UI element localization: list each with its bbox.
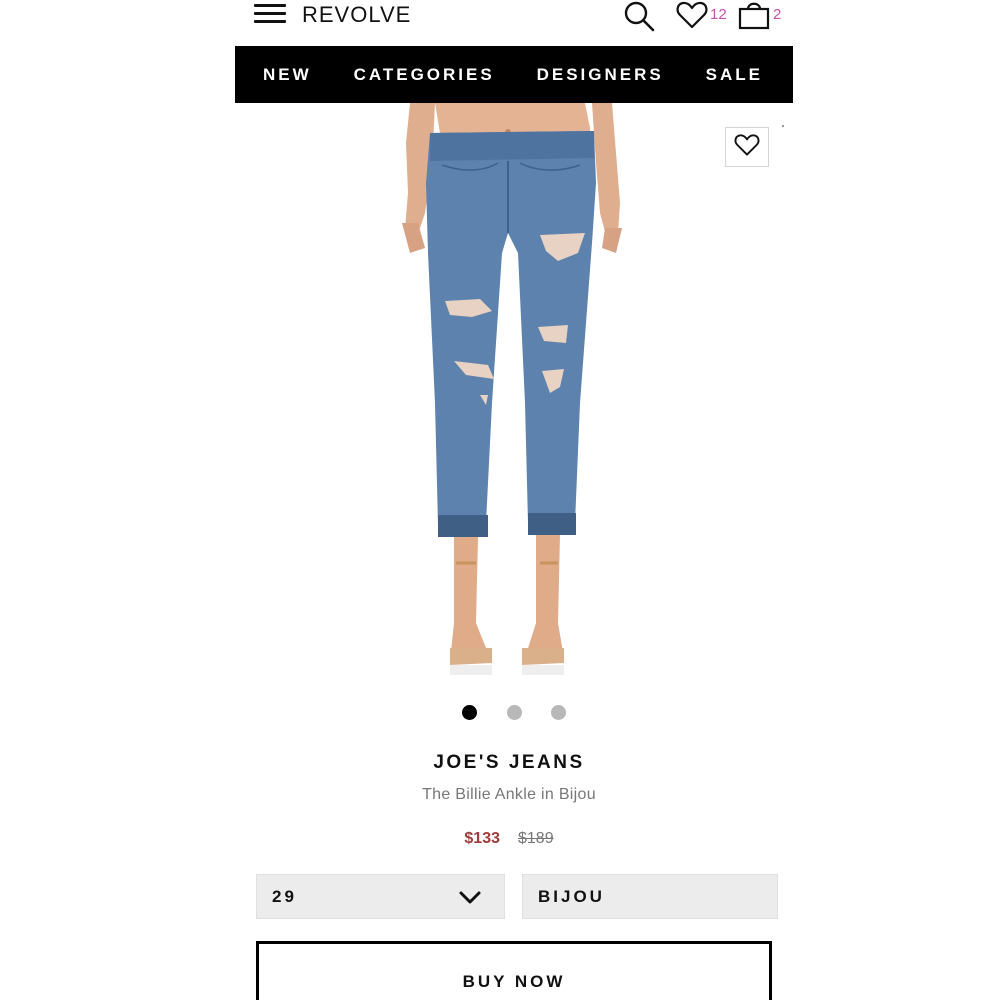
pagination-dot-1[interactable] bbox=[462, 705, 477, 720]
product-image[interactable] bbox=[380, 103, 650, 678]
price-block: $133 $189 bbox=[235, 830, 783, 848]
nav-item-new[interactable]: NEW bbox=[263, 65, 312, 85]
search-icon[interactable] bbox=[622, 0, 656, 32]
image-pagination bbox=[460, 705, 570, 721]
add-to-wishlist-button[interactable] bbox=[725, 127, 769, 167]
product-brand[interactable]: JOE'S JEANS bbox=[235, 752, 783, 774]
pagination-dot-2[interactable] bbox=[507, 705, 522, 720]
heart-icon[interactable] bbox=[676, 0, 708, 30]
color-select[interactable]: BIJOU bbox=[522, 874, 778, 919]
pagination-dot-3[interactable] bbox=[551, 705, 566, 720]
product-name: The Billie Ankle in Bijou bbox=[422, 786, 596, 803]
nav-item-categories[interactable]: CATEGORIES bbox=[354, 65, 495, 85]
logo[interactable]: REVOLVE bbox=[302, 2, 411, 28]
wishlist-count-badge: 12 bbox=[710, 6, 727, 23]
bag-icon[interactable] bbox=[738, 0, 770, 30]
category-nav: NEW CATEGORIES DESIGNERS SALE bbox=[235, 46, 793, 103]
color-value: BIJOU bbox=[538, 886, 605, 906]
bag-count-badge: 2 bbox=[773, 6, 782, 23]
nav-item-sale[interactable]: SALE bbox=[706, 65, 763, 85]
menu-icon[interactable] bbox=[254, 4, 286, 26]
sale-price: $133 bbox=[464, 830, 500, 847]
original-price: $189 bbox=[518, 830, 554, 847]
size-select[interactable]: 29 bbox=[256, 874, 505, 919]
nav-item-designers[interactable]: DESIGNERS bbox=[537, 65, 664, 85]
divider bbox=[782, 125, 784, 127]
top-bar: REVOLVE 12 2 bbox=[0, 0, 1000, 46]
size-value: 29 bbox=[272, 886, 297, 906]
heart-icon bbox=[733, 133, 761, 162]
chevron-down-icon bbox=[458, 887, 482, 907]
buy-now-button[interactable]: BUY NOW bbox=[256, 941, 772, 1000]
